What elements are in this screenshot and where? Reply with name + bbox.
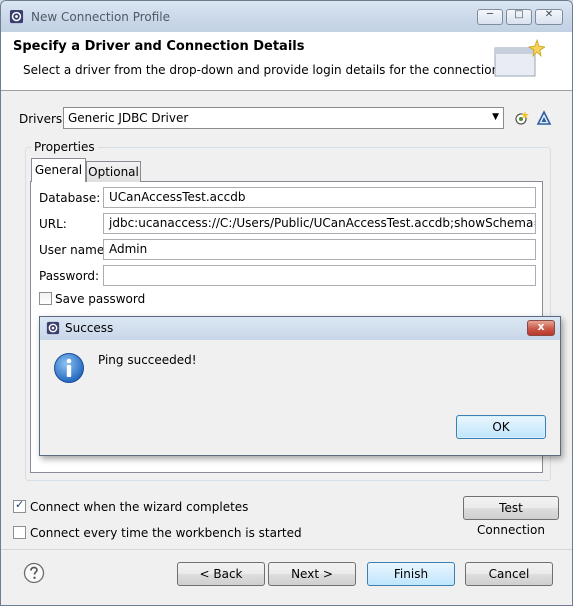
close-icon: ✕	[544, 9, 554, 20]
help-icon[interactable]	[23, 562, 45, 584]
test-connection-button[interactable]: Test Connection	[463, 496, 559, 537]
edit-driver-icon[interactable]	[536, 110, 552, 126]
dialog-title: Success	[65, 321, 114, 335]
close-window-button[interactable]: ✕	[535, 9, 563, 25]
window-title-bar[interactable]: New Connection Profile ─ □ ✕	[1, 1, 572, 32]
password-label: Password:	[39, 269, 100, 283]
drivers-selected-value: Generic JDBC Driver	[68, 111, 189, 125]
cancel-button[interactable]: Cancel	[465, 562, 553, 586]
save-password-checkbox[interactable]	[39, 292, 52, 305]
finish-button[interactable]: Finish	[367, 562, 455, 586]
new-connection-profile-window: New Connection Profile ─ □ ✕ Specify a D…	[0, 0, 573, 606]
tab-optional-label: Optional	[88, 165, 139, 179]
chevron-down-icon: ▼	[492, 112, 499, 122]
maximize-icon: □	[514, 9, 524, 20]
ok-button[interactable]: OK	[456, 415, 546, 439]
drivers-label: Drivers:	[19, 112, 67, 126]
wizard-header: Specify a Driver and Connection Details …	[1, 32, 572, 91]
database-field[interactable]: UCanAccessTest.accdb	[103, 187, 536, 208]
tab-general[interactable]: General	[31, 158, 86, 182]
window-title: New Connection Profile	[31, 10, 171, 24]
dialog-title-bar[interactable]: Success x	[40, 317, 560, 340]
save-password-label: Save password	[55, 292, 146, 306]
drivers-dropdown[interactable]: Generic JDBC Driver ▼	[63, 107, 504, 129]
minimize-button[interactable]: ─	[477, 9, 503, 25]
next-button[interactable]: Next >	[268, 562, 356, 586]
url-label: URL:	[39, 217, 67, 231]
eclipse-gear-icon	[46, 321, 60, 335]
password-field[interactable]	[103, 265, 536, 286]
connect-every-time-label: Connect every time the workbench is star…	[30, 526, 302, 540]
connect-when-complete-label: Connect when the wizard completes	[30, 500, 249, 514]
maximize-button[interactable]: □	[506, 9, 532, 25]
success-dialog: Success x Ping succeeded! OK	[39, 316, 561, 456]
back-button[interactable]: < Back	[177, 562, 265, 586]
dialog-close-button[interactable]: x	[527, 320, 555, 336]
database-label: Database:	[39, 191, 101, 205]
username-label: User name:	[39, 243, 109, 257]
dialog-message: Ping succeeded!	[98, 353, 197, 367]
close-icon: x	[537, 320, 545, 333]
info-icon	[54, 353, 84, 383]
page-title: Specify a Driver and Connection Details	[13, 39, 305, 54]
properties-group-label: Properties	[31, 140, 98, 154]
username-field[interactable]: Admin	[103, 239, 536, 260]
tab-general-label: General	[34, 163, 83, 177]
eclipse-gear-icon	[9, 9, 24, 24]
minimize-icon: ─	[486, 9, 494, 20]
connect-when-complete-checkbox[interactable]: ✓	[13, 498, 26, 513]
new-driver-icon[interactable]	[514, 110, 530, 126]
checkmark-icon: ✓	[15, 498, 25, 511]
connection-wizard-banner-icon	[494, 38, 545, 77]
url-field[interactable]: jdbc:ucanaccess://C:/Users/Public/UCanAc…	[103, 213, 536, 234]
connect-every-time-checkbox[interactable]	[13, 526, 26, 539]
footer-separator	[1, 549, 572, 550]
tab-optional[interactable]: Optional	[86, 161, 141, 182]
page-description: Select a driver from the drop-down and p…	[23, 63, 503, 77]
